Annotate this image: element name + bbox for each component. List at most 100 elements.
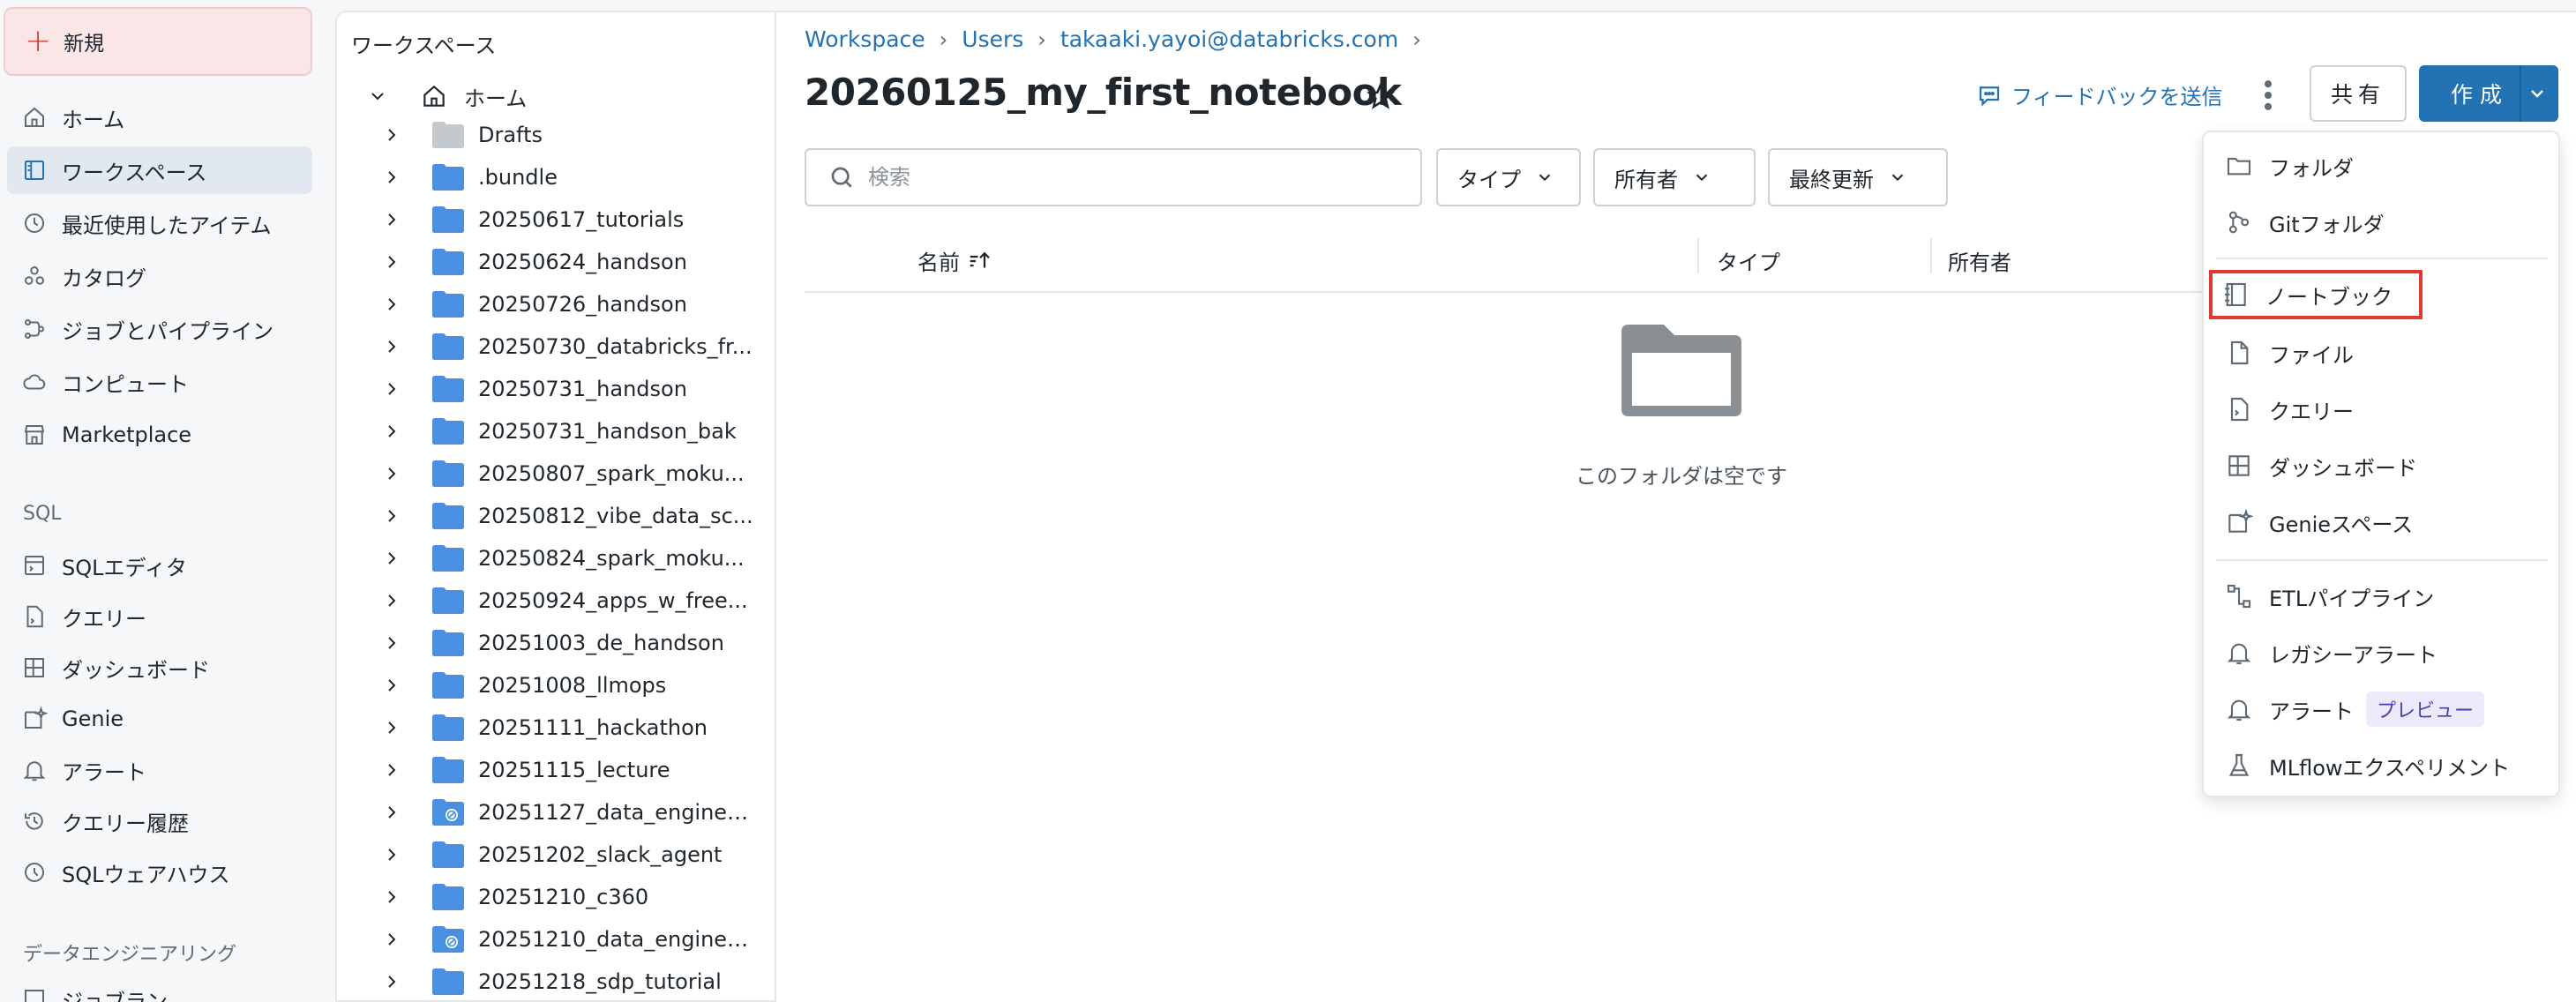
nav-item-sql-warehouses[interactable]: SQLウェアハウス — [7, 849, 312, 896]
chevron-right-icon[interactable] — [381, 378, 402, 400]
folder-icon — [432, 503, 464, 529]
column-divider[interactable] — [1930, 238, 1932, 273]
chevron-down-icon[interactable] — [367, 86, 388, 107]
tree-row[interactable]: Drafts — [337, 115, 773, 155]
chevron-right-icon[interactable] — [381, 167, 402, 188]
chevron-right-icon[interactable] — [381, 929, 402, 950]
chevron-right-icon[interactable] — [381, 294, 402, 315]
chevron-right-icon[interactable] — [381, 124, 402, 146]
chevron-down-icon[interactable] — [2527, 83, 2548, 104]
owner-filter[interactable]: 所有者 — [1593, 148, 1756, 206]
tree-row[interactable]: 20251111_hackathon — [337, 707, 773, 748]
chevron-right-icon[interactable] — [381, 802, 402, 823]
tree-row[interactable]: 20250726_handson — [337, 284, 773, 325]
tree-row[interactable]: 20250624_handson — [337, 242, 773, 282]
chevron-right-icon[interactable] — [381, 971, 402, 992]
col-header-name[interactable]: 名前 — [917, 245, 993, 276]
feedback-link[interactable]: フィードバックを送信 — [1976, 79, 2223, 110]
new-button[interactable]: + 新規 — [4, 7, 312, 76]
chevron-right-icon[interactable] — [381, 675, 402, 696]
tree-row[interactable]: 20250824_spark_moku... — [337, 538, 773, 579]
tree-row[interactable]: 20250731_handson_bak — [337, 411, 773, 452]
chevron-right-icon[interactable] — [381, 632, 402, 654]
menu-item-notebook[interactable]: ノートブック — [2209, 270, 2422, 319]
chevron-right-icon[interactable] — [381, 717, 402, 738]
chevron-right-icon[interactable] — [381, 251, 402, 273]
chevron-right-icon[interactable] — [381, 421, 402, 442]
menu-item-query[interactable]: クエリー — [2216, 385, 2548, 434]
tree-row[interactable]: 20251003_de_handson — [337, 623, 773, 663]
star-icon[interactable] — [1366, 81, 1396, 111]
nav-item-queries[interactable]: クエリー — [7, 593, 312, 640]
search-input[interactable] — [868, 165, 1397, 190]
chevron-right-icon[interactable] — [381, 590, 402, 611]
chevron-right-icon[interactable] — [381, 759, 402, 781]
nav-item-dashboards[interactable]: ダッシュボード — [7, 644, 312, 692]
nav-item-catalog[interactable]: カタログ — [7, 252, 312, 300]
breadcrumb-workspace[interactable]: Workspace — [805, 26, 925, 52]
nav-item-query-history[interactable]: クエリー履歴 — [7, 797, 312, 845]
tree-row[interactable]: 20251127_data_engineer... — [337, 792, 773, 833]
nav-item-jobs[interactable]: ジョブとパイプライン — [7, 305, 312, 353]
nav-item-job-runs[interactable]: ジョブラン — [7, 976, 312, 1002]
nav-item-genie[interactable]: Genie — [7, 695, 312, 743]
history-icon — [25, 812, 43, 830]
nav-item-sql-editor[interactable]: SQLエディタ — [7, 542, 312, 589]
menu-item-genie-space[interactable]: Genieスペース — [2216, 497, 2548, 547]
chevron-right-icon[interactable] — [381, 505, 402, 527]
tree-row[interactable]: 20250924_apps_w_free... — [337, 580, 773, 621]
menu-item-legacy-alert[interactable]: レガシーアラート — [2216, 628, 2548, 677]
modified-filter[interactable]: 最終更新 — [1768, 148, 1948, 206]
menu-item-folder[interactable]: フォルダ — [2216, 141, 2548, 191]
menu-item-etl-pipeline[interactable]: ETLパイプライン — [2216, 572, 2548, 621]
tree-row[interactable]: 20251210_data_enginee... — [337, 919, 773, 960]
tree-row[interactable]: 20251008_llmops — [337, 665, 773, 706]
tree-row[interactable]: .bundle — [337, 157, 773, 198]
search-box[interactable] — [805, 148, 1422, 206]
nav-item-compute[interactable]: コンピュート — [7, 358, 312, 406]
menu-item-label: ETLパイプライン — [2269, 586, 2435, 611]
chevron-right-icon[interactable] — [381, 209, 402, 230]
tree-row[interactable]: 20251218_sdp_tutorial — [337, 961, 773, 1002]
chevron-right-icon[interactable] — [381, 336, 402, 357]
tree-row[interactable]: 20250617_tutorials — [337, 199, 773, 240]
table-header-divider — [805, 291, 2207, 293]
nav-item-alerts[interactable]: アラート — [7, 746, 312, 794]
kebab-menu-icon[interactable] — [2255, 76, 2281, 115]
tree-row-label: .bundle — [478, 165, 558, 190]
folder-icon — [432, 545, 464, 572]
menu-item-dashboard[interactable]: ダッシュボード — [2216, 441, 2548, 490]
tree-row[interactable]: 20250807_spark_moku... — [337, 453, 773, 494]
tree-row[interactable]: 20250730_databricks_fr... — [337, 326, 773, 367]
tree-row[interactable]: 20250731_handson — [337, 369, 773, 409]
nav-item-recents[interactable]: 最近使用したアイテム — [7, 199, 312, 247]
nav-item-label: ワークスペース — [62, 160, 207, 185]
col-header-owner[interactable]: 所有者 — [1948, 245, 2011, 276]
sort-ascending-icon[interactable] — [967, 248, 993, 274]
chevron-right-icon[interactable] — [381, 548, 402, 569]
share-button[interactable]: 共有 — [2310, 65, 2407, 122]
chevron-right-icon[interactable] — [381, 463, 402, 484]
tree-row[interactable]: 20251210_c360 — [337, 877, 773, 917]
type-filter[interactable]: タイプ — [1436, 148, 1581, 206]
nav-item-workspace[interactable]: ワークスペース — [7, 146, 312, 194]
menu-item-label: ファイル — [2269, 342, 2354, 368]
menu-item-git-folder[interactable]: Gitフォルダ — [2216, 198, 2548, 247]
tree-row-home[interactable]: ホーム — [337, 76, 773, 116]
create-button[interactable]: 作成 — [2419, 65, 2558, 122]
breadcrumb-user[interactable]: takaaki.yayoi@databricks.com — [1060, 26, 1398, 52]
tree-row[interactable]: 20250812_vibe_data_sc... — [337, 496, 773, 536]
nav-item-marketplace[interactable]: Marketplace — [7, 411, 312, 459]
breadcrumb-users[interactable]: Users — [962, 26, 1023, 52]
menu-item-file[interactable]: ファイル — [2216, 328, 2548, 378]
chevron-right-icon[interactable] — [381, 844, 402, 865]
menu-item-label: Gitフォルダ — [2269, 212, 2385, 237]
tree-row[interactable]: 20251202_slack_agent — [337, 834, 773, 875]
menu-item-alert[interactable]: アラート プレビュー — [2216, 684, 2548, 734]
column-divider[interactable] — [1697, 238, 1699, 273]
col-header-type[interactable]: タイプ — [1717, 245, 1780, 276]
nav-item-home[interactable]: ホーム — [7, 93, 312, 141]
chevron-right-icon[interactable] — [381, 886, 402, 908]
tree-row[interactable]: 20251115_lecture — [337, 750, 773, 790]
menu-item-mlflow-experiment[interactable]: MLflowエクスペリメント — [2216, 741, 2548, 790]
